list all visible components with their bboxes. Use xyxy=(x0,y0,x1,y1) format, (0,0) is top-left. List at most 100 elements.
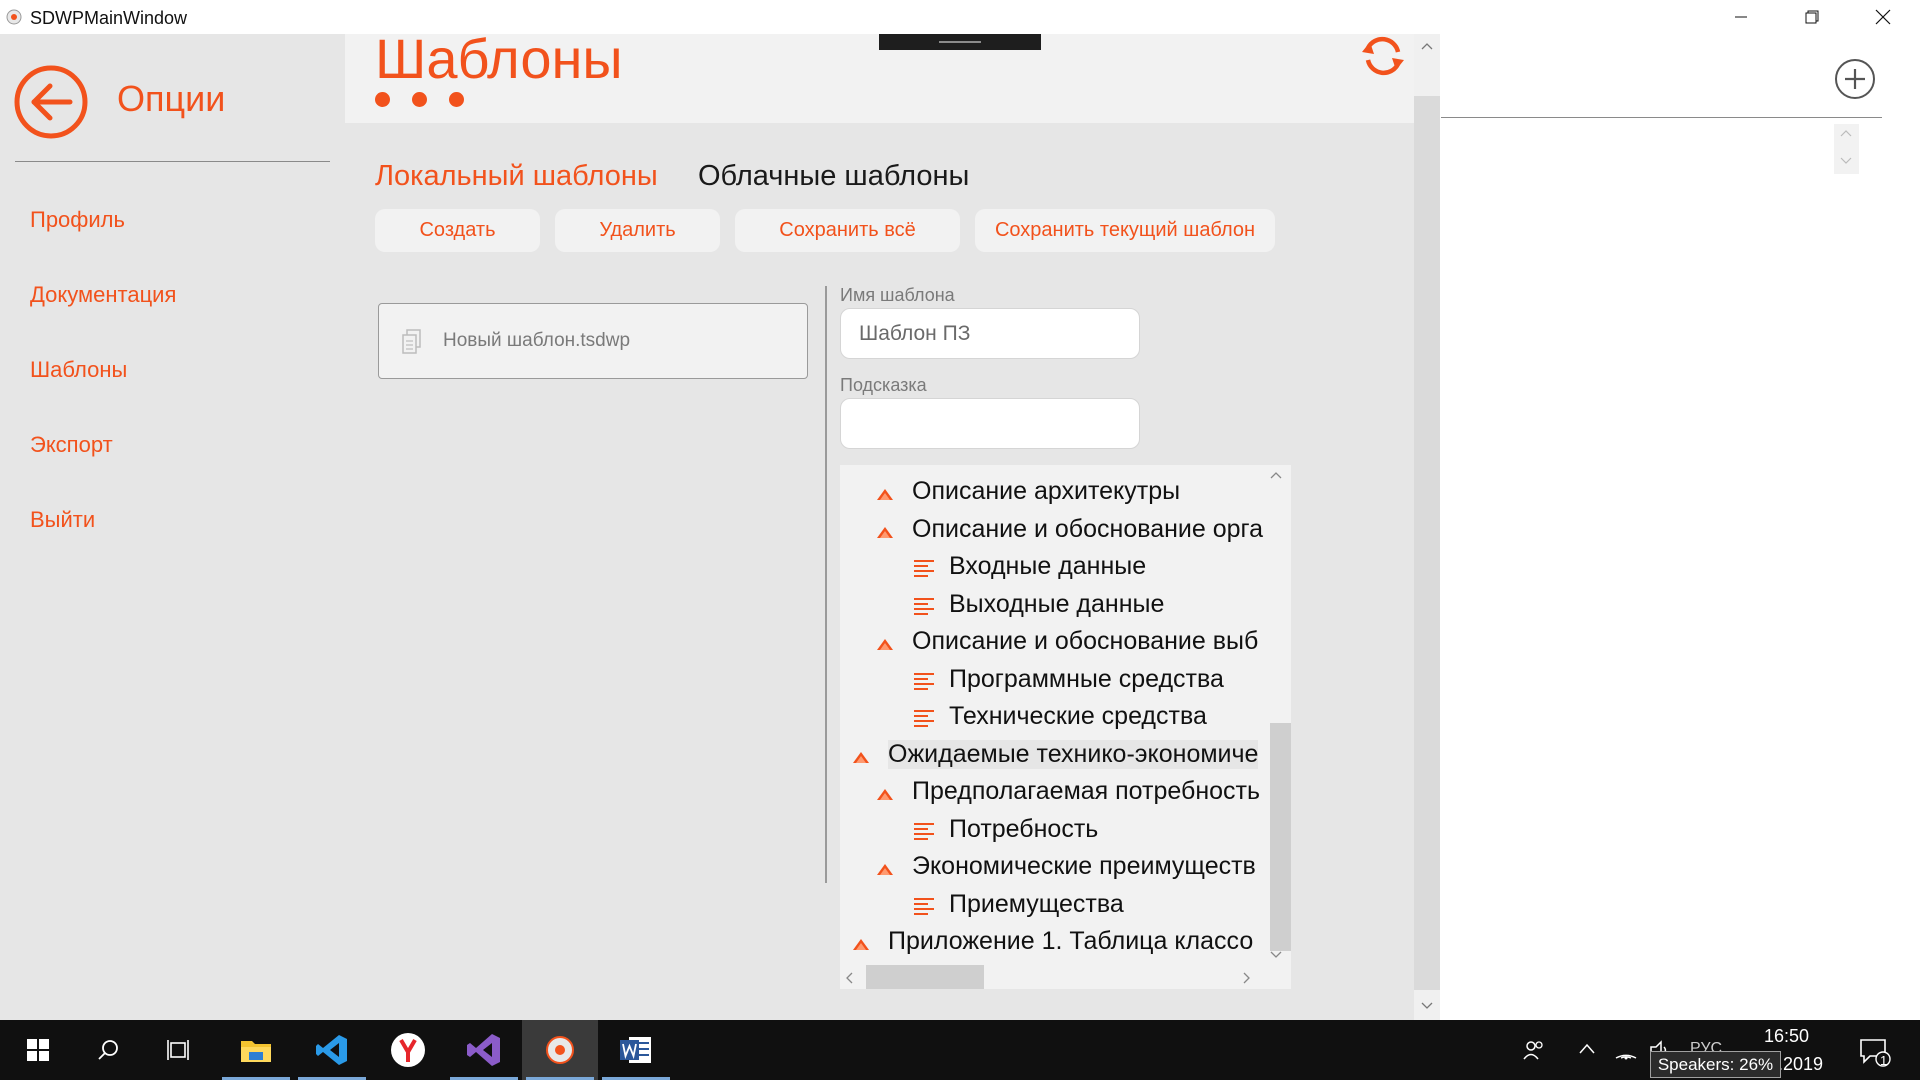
text-lines-icon xyxy=(914,822,934,840)
hint-input[interactable] xyxy=(840,398,1140,449)
vscode-icon xyxy=(316,1035,347,1065)
restore-icon xyxy=(1805,10,1819,24)
task-view-button[interactable] xyxy=(142,1020,218,1080)
speaker-volume-tooltip: Speakers: 26% xyxy=(1650,1051,1781,1078)
save-all-button[interactable]: Сохранить всё xyxy=(735,209,960,252)
close-button[interactable] xyxy=(1848,0,1918,34)
start-button[interactable] xyxy=(0,1020,76,1080)
template-name-input[interactable] xyxy=(840,308,1140,359)
page-title: Шаблоны xyxy=(375,27,623,90)
sidebar-item-documentation[interactable]: Документация xyxy=(30,282,176,308)
tree-item[interactable]: Технические средства xyxy=(840,702,1270,736)
sdwp-app-icon xyxy=(546,1036,574,1064)
right-panel-scrollbar[interactable] xyxy=(1834,124,1859,174)
search-button[interactable] xyxy=(70,1020,146,1080)
expand-triangle-icon[interactable] xyxy=(876,525,894,539)
tree-item-label: Технические средства xyxy=(949,702,1207,730)
hint-label: Подсказка xyxy=(840,375,927,395)
sidebar-item-profile[interactable]: Профиль xyxy=(30,207,125,233)
app-icon xyxy=(6,9,22,25)
tree-item-label: Описание и обоснование орга xyxy=(912,514,1264,543)
add-icon[interactable] xyxy=(1834,58,1876,100)
text-lines-icon xyxy=(914,710,934,727)
tree-item-label: Приложение 1. Таблица классо xyxy=(888,927,1254,955)
minimize-button[interactable] xyxy=(1706,0,1776,34)
tree-item-label: Выходные данные xyxy=(949,589,1165,618)
tree-item[interactable]: Выходные данные xyxy=(840,590,1270,624)
people-icon[interactable] xyxy=(1522,1038,1546,1062)
sidebar-item-export[interactable]: Экспорт xyxy=(30,432,113,458)
search-icon xyxy=(98,1040,118,1060)
windows-logo-icon xyxy=(27,1039,49,1061)
page-scroll-down-icon[interactable] xyxy=(1419,1000,1435,1012)
expand-triangle-icon[interactable] xyxy=(876,862,894,876)
tab-cloud-templates[interactable]: Облачные шаблоны xyxy=(698,160,969,193)
tree-scroll-up-icon[interactable] xyxy=(1268,469,1284,481)
right-panel-divider xyxy=(1441,117,1882,118)
text-lines-icon xyxy=(914,897,934,915)
right-scroll-up-icon[interactable] xyxy=(1839,128,1853,138)
main-content: Локальный шаблоны Облачные шаблоны Созда… xyxy=(345,123,1414,1020)
tree-item[interactable]: Приемущества xyxy=(840,890,1270,924)
yandex-browser-icon xyxy=(391,1033,425,1067)
tab-local-templates[interactable]: Локальный шаблоны xyxy=(375,160,658,193)
tree-item[interactable]: Предполагаемая потребность xyxy=(840,777,1270,811)
expand-triangle-icon[interactable] xyxy=(876,487,894,501)
tree-item[interactable]: Описание и обоснование выб xyxy=(840,627,1270,661)
tree-item[interactable]: Программные средства xyxy=(840,665,1270,699)
tree-item[interactable]: Описание и обоснование орга xyxy=(840,515,1270,549)
save-current-template-button[interactable]: Сохранить текущий шаблон xyxy=(975,209,1275,252)
taskbar: РУС 16:50 5.2019 1 xyxy=(0,1020,1920,1080)
tree-item[interactable]: Потребность xyxy=(840,815,1270,849)
template-tree[interactable]: Описание архитекутры Описание и обоснован… xyxy=(840,465,1291,989)
task-view-icon xyxy=(167,1040,189,1060)
tray-chevron-up-icon[interactable] xyxy=(1578,1042,1596,1056)
template-file-item[interactable]: Новый шаблон.tsdwp xyxy=(378,303,808,379)
page-header: Шаблоны xyxy=(345,27,1414,123)
tree-item-label: Описание архитекутры xyxy=(912,477,1181,505)
expand-triangle-icon[interactable] xyxy=(876,787,894,801)
taskbar-yandex-browser[interactable] xyxy=(370,1020,446,1080)
wifi-icon[interactable] xyxy=(1614,1040,1638,1060)
close-icon xyxy=(1875,9,1891,25)
vertical-divider xyxy=(825,286,827,883)
visual-studio-icon xyxy=(467,1034,500,1066)
notification-count: 1 xyxy=(1880,1053,1888,1068)
tree-scroll-right-icon[interactable] xyxy=(1240,971,1252,985)
back-arrow-icon[interactable] xyxy=(14,65,88,139)
expand-triangle-icon[interactable] xyxy=(852,937,870,951)
taskbar-sdwp-app[interactable] xyxy=(522,1020,598,1080)
tree-vertical-scroll-thumb[interactable] xyxy=(1270,723,1291,951)
taskbar-visual-studio[interactable] xyxy=(446,1020,522,1080)
restore-button[interactable] xyxy=(1777,0,1847,34)
text-lines-icon xyxy=(914,672,934,690)
expand-triangle-icon[interactable] xyxy=(852,750,870,764)
create-button[interactable]: Создать xyxy=(375,209,540,252)
tree-item[interactable]: Экономические преимуществ xyxy=(840,852,1270,886)
tree-horizontal-scroll-thumb[interactable] xyxy=(866,965,984,989)
delete-button[interactable]: Удалить xyxy=(555,209,720,252)
sidebar-item-logout[interactable]: Выйти xyxy=(30,507,95,533)
page-scroll-up-icon[interactable] xyxy=(1419,40,1435,52)
tree-item-label: Приемущества xyxy=(949,889,1124,918)
taskbar-word[interactable] xyxy=(598,1020,674,1080)
drag-handle[interactable] xyxy=(879,34,1041,50)
taskbar-vscode[interactable] xyxy=(294,1020,370,1080)
tree-scroll-down-icon[interactable] xyxy=(1268,949,1284,961)
right-scroll-down-icon[interactable] xyxy=(1839,156,1853,166)
folder-icon xyxy=(241,1041,271,1062)
template-name-label: Имя шаблона xyxy=(840,285,955,305)
tree-item[interactable]: Приложение 1. Таблица классо xyxy=(840,927,1270,961)
page-scroll-thumb[interactable] xyxy=(1414,96,1440,990)
tree-item-label: Описание и обоснование выб xyxy=(912,627,1259,655)
refresh-icon[interactable] xyxy=(1360,34,1406,78)
clock-time[interactable]: 16:50 xyxy=(1764,1026,1809,1047)
tree-item[interactable]: Входные данные xyxy=(840,552,1270,586)
sidebar-item-templates[interactable]: Шаблоны xyxy=(30,357,127,383)
tree-item[interactable]: Ожидаемые технико-экономиче xyxy=(840,739,1270,774)
tree-scroll-left-icon[interactable] xyxy=(844,971,856,985)
tree-item-label: Программные средства xyxy=(949,664,1224,693)
expand-triangle-icon[interactable] xyxy=(876,637,894,651)
taskbar-file-explorer[interactable] xyxy=(218,1020,294,1080)
tree-item[interactable]: Описание архитекутры xyxy=(840,477,1270,511)
